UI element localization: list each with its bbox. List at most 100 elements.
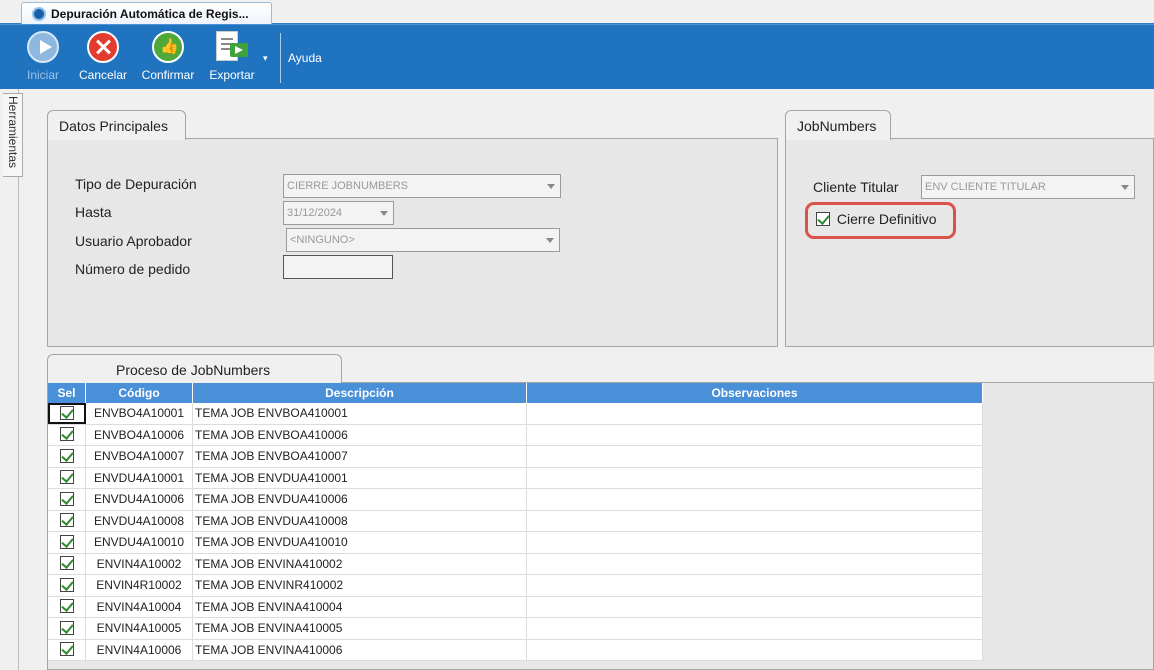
row-select-cell[interactable] <box>48 467 86 489</box>
codigo-cell: ENVBO4A10006 <box>86 424 193 446</box>
codigo-cell: ENVIN4A10004 <box>86 596 193 618</box>
descripcion-cell: TEMA JOB ENVBOA410006 <box>193 424 527 446</box>
checkbox-checked-icon[interactable] <box>816 211 830 226</box>
table-row[interactable]: ENVBO4A10006 TEMA JOB ENVBOA410006 <box>48 424 983 446</box>
tipo-depuracion-combo[interactable]: CIERRE JOBNUMBERS <box>283 174 561 198</box>
exportar-button[interactable]: Exportar <box>199 31 265 85</box>
col-header-descripcion[interactable]: Descripción <box>193 383 527 403</box>
chevron-down-icon <box>1121 185 1129 190</box>
cliente-titular-combo[interactable]: ENV CLIENTE TITULAR <box>921 175 1135 199</box>
checkbox-checked-icon[interactable] <box>59 577 74 592</box>
codigo-cell: ENVDU4A10010 <box>86 532 193 553</box>
table-row[interactable]: ENVDU4A10001 TEMA JOB ENVDUA410001 <box>48 467 983 489</box>
cliente-titular-label: Cliente Titular <box>813 179 899 195</box>
table-row[interactable]: ENVDU4A10006 TEMA JOB ENVDUA410006 <box>48 489 983 511</box>
document-tab-title: Depuración Automática de Regis... <box>51 7 249 21</box>
grid-body: ENVBO4A10001 TEMA JOB ENVBOA410001 ENVBO4A… <box>48 403 983 661</box>
cierre-definitivo-checkbox[interactable]: Cierre Definitivo <box>816 211 936 227</box>
observaciones-cell[interactable] <box>527 510 983 532</box>
checkbox-checked-icon[interactable] <box>59 448 74 463</box>
col-header-codigo[interactable]: Código <box>86 383 193 403</box>
descripcion-cell: TEMA JOB ENVDUA410008 <box>193 510 527 532</box>
observaciones-cell[interactable] <box>527 403 983 424</box>
checkbox-checked-icon[interactable] <box>59 599 74 614</box>
observaciones-cell[interactable] <box>527 424 983 446</box>
table-row[interactable]: ENVDU4A10010 TEMA JOB ENVDUA410010 <box>48 532 983 554</box>
proceso-jobnumbers-tab[interactable]: Proceso de JobNumbers <box>47 354 342 384</box>
col-header-sel[interactable]: Sel <box>48 383 86 403</box>
row-select-cell[interactable] <box>48 403 86 424</box>
usuario-aprobador-label: Usuario Aprobador <box>75 233 192 249</box>
iniciar-button[interactable]: Iniciar <box>10 31 76 85</box>
table-row[interactable]: ENVIN4A10006 TEMA JOB ENVINA410006 <box>48 639 983 661</box>
jobnumbers-panel <box>785 138 1154 347</box>
checkbox-checked-icon[interactable] <box>59 534 74 549</box>
checkbox-checked-icon[interactable] <box>59 513 74 528</box>
cancelar-button[interactable]: Cancelar <box>70 31 136 85</box>
hasta-value: 31/12/2024 <box>287 207 343 219</box>
table-row[interactable]: ENVIN4A10004 TEMA JOB ENVINA410004 <box>48 596 983 618</box>
jobnumbers-tab[interactable]: JobNumbers <box>785 110 891 140</box>
row-select-cell[interactable] <box>48 639 86 661</box>
row-select-cell[interactable] <box>48 596 86 618</box>
codigo-cell: ENVIN4R10002 <box>86 575 193 596</box>
observaciones-cell[interactable] <box>527 575 983 596</box>
row-select-cell[interactable] <box>48 532 86 553</box>
descripcion-cell: TEMA JOB ENVINA410005 <box>193 618 527 639</box>
checkbox-checked-icon[interactable] <box>59 642 74 657</box>
checkbox-checked-icon[interactable] <box>59 470 74 485</box>
datos-principales-tab[interactable]: Datos Principales <box>47 110 186 140</box>
table-row[interactable]: ENVIN4A10005 TEMA JOB ENVINA410005 <box>48 618 983 640</box>
chevron-down-icon <box>547 184 555 189</box>
checkbox-checked-icon[interactable] <box>59 405 74 420</box>
table-row[interactable]: ENVDU4A10008 TEMA JOB ENVDUA410008 <box>48 510 983 532</box>
row-select-cell[interactable] <box>48 553 86 575</box>
table-row[interactable]: ENVBO4A10007 TEMA JOB ENVBOA410007 <box>48 446 983 468</box>
codigo-cell: ENVIN4A10005 <box>86 618 193 639</box>
col-header-observaciones[interactable]: Observaciones <box>527 383 983 403</box>
row-select-cell[interactable] <box>48 618 86 639</box>
hasta-date-picker[interactable]: 31/12/2024 <box>283 201 394 225</box>
numero-pedido-input[interactable] <box>283 255 393 279</box>
table-row[interactable]: ENVBO4A10001 TEMA JOB ENVBOA410001 <box>48 403 983 425</box>
descripcion-cell: TEMA JOB ENVDUA410001 <box>193 467 527 489</box>
codigo-cell: ENVBO4A10007 <box>86 446 193 467</box>
exportar-label: Exportar <box>209 68 255 82</box>
checkbox-checked-icon[interactable] <box>59 427 74 442</box>
checkbox-checked-icon[interactable] <box>59 556 74 571</box>
app-window: Depuración Automática de Regis... Inicia… <box>0 0 1154 670</box>
observaciones-cell[interactable] <box>527 553 983 575</box>
table-row[interactable]: ENVIN4A10002 TEMA JOB ENVINA410002 <box>48 553 983 575</box>
row-select-cell[interactable] <box>48 510 86 532</box>
descripcion-cell: TEMA JOB ENVBOA410001 <box>193 403 527 424</box>
document-tab[interactable]: Depuración Automática de Regis... <box>21 2 272 24</box>
herramientas-side-tab[interactable]: Herramientas <box>3 93 23 177</box>
checkbox-checked-icon[interactable] <box>59 491 74 506</box>
observaciones-cell[interactable] <box>527 596 983 618</box>
row-select-cell[interactable] <box>48 575 86 596</box>
confirmar-button[interactable]: Confirmar <box>135 31 201 85</box>
ayuda-button[interactable]: Ayuda <box>288 51 322 65</box>
codigo-cell: ENVBO4A10001 <box>86 403 193 424</box>
cliente-titular-value: ENV CLIENTE TITULAR <box>925 181 1046 193</box>
cancelar-label: Cancelar <box>78 68 128 82</box>
row-select-cell[interactable] <box>48 446 86 467</box>
observaciones-cell[interactable] <box>527 467 983 489</box>
herramientas-label: Herramientas <box>6 96 20 169</box>
tipo-depuracion-value: CIERRE JOBNUMBERS <box>287 180 409 192</box>
tipo-depuracion-label: Tipo de Depuración <box>75 176 197 192</box>
exportar-dropdown-icon[interactable]: ▾ <box>263 53 268 64</box>
observaciones-cell[interactable] <box>527 446 983 467</box>
row-select-cell[interactable] <box>48 424 86 446</box>
observaciones-cell[interactable] <box>527 639 983 661</box>
app-logo-icon <box>32 7 46 21</box>
observaciones-cell[interactable] <box>527 618 983 639</box>
usuario-aprobador-combo[interactable]: <NINGUNO> <box>286 228 560 252</box>
checkbox-checked-icon[interactable] <box>59 620 74 635</box>
row-select-cell[interactable] <box>48 489 86 510</box>
observaciones-cell[interactable] <box>527 532 983 553</box>
grid-header: Sel Código Descripción Observaciones <box>48 383 983 403</box>
observaciones-cell[interactable] <box>527 489 983 510</box>
codigo-cell: ENVDU4A10006 <box>86 489 193 510</box>
table-row[interactable]: ENVIN4R10002 TEMA JOB ENVINR410002 <box>48 575 983 597</box>
